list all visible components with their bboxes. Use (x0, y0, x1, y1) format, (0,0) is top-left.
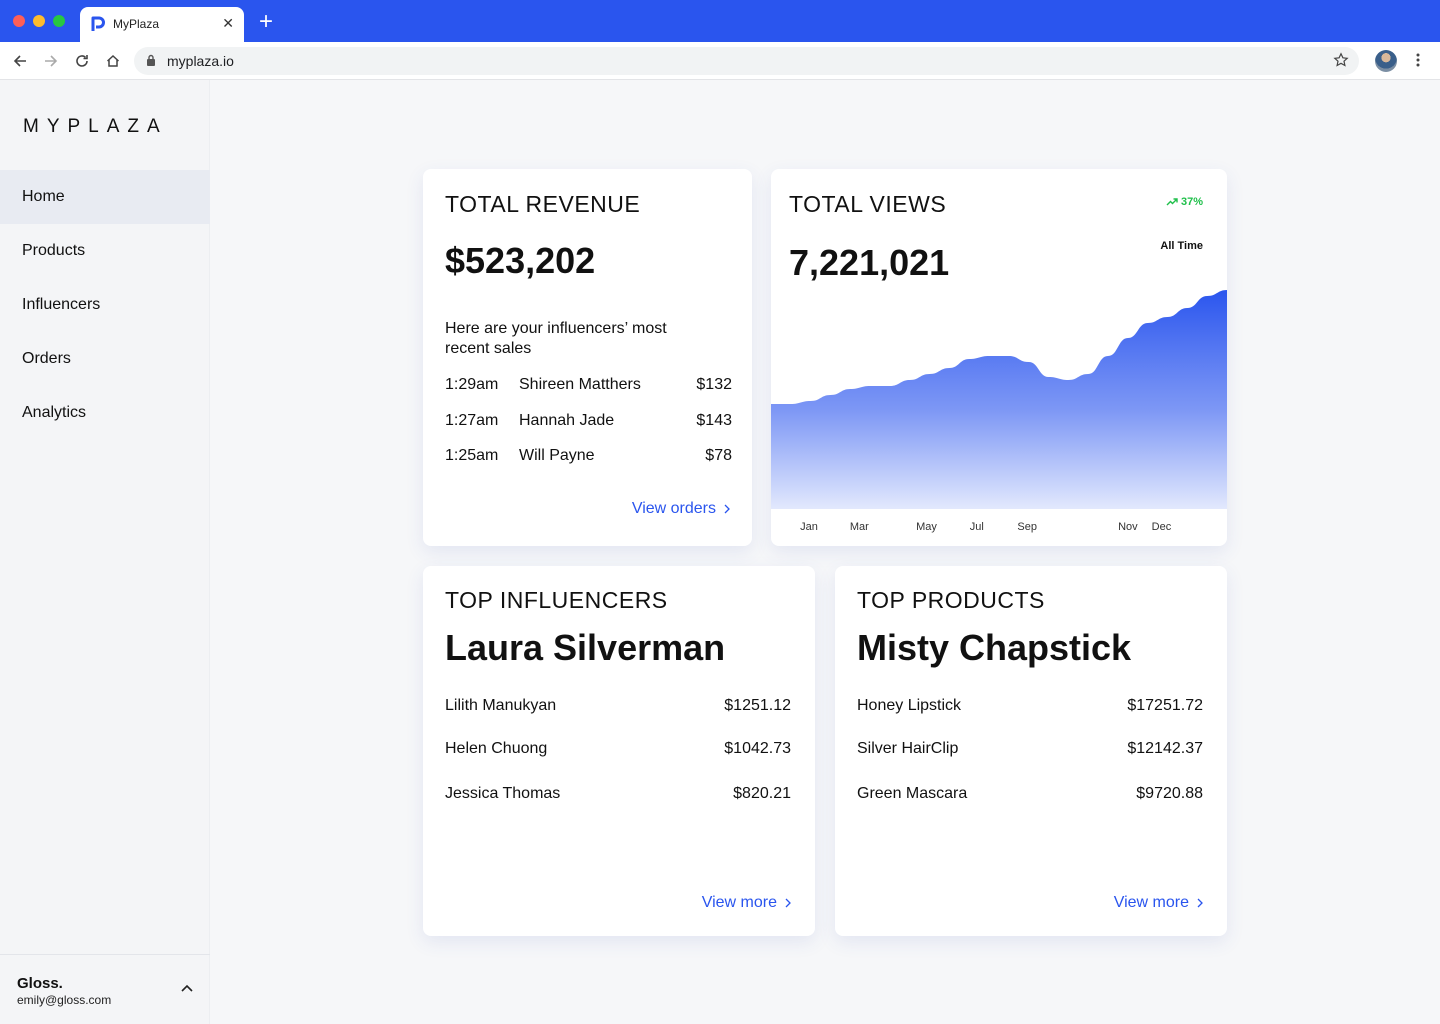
sidebar-nav: Home Products Influencers Orders Analyti… (0, 170, 210, 440)
growth-percent: 37% (1180, 196, 1203, 208)
influencer-amount: $1042.73 (724, 740, 791, 757)
forward-arrow-icon[interactable] (41, 51, 61, 71)
chevron-up-icon[interactable] (180, 983, 194, 993)
sidebar: MYPLAZA Home Products Influencers Orders… (0, 80, 210, 1024)
growth-badge: 37% (1166, 196, 1203, 208)
top-product-name: Misty Chapstick (857, 627, 1132, 668)
account-name: Gloss. (17, 975, 63, 992)
view-orders-link[interactable]: View orders (632, 500, 730, 518)
influencer-amount: $820.21 (733, 785, 791, 802)
sale-amount: $132 (696, 376, 732, 393)
back-arrow-icon[interactable] (10, 51, 30, 71)
profile-avatar[interactable] (1375, 50, 1397, 72)
views-value: 7,221,021 (789, 242, 950, 283)
card-title: TOTAL VIEWS (789, 191, 947, 217)
maximize-window-button[interactable] (53, 15, 65, 27)
sale-amount: $143 (696, 412, 732, 429)
x-axis-tick-label: Jan (800, 521, 818, 533)
sale-influencer: Hannah Jade (519, 412, 615, 429)
total-revenue-card: TOTAL REVENUE $523,202 Here are your inf… (423, 169, 752, 546)
x-axis-tick-label: Nov (1118, 521, 1138, 533)
reload-icon[interactable] (72, 51, 92, 71)
lock-icon (147, 54, 155, 66)
product-amount: $9720.88 (1136, 785, 1203, 802)
x-axis-tick-label: Jul (969, 521, 984, 533)
address-bar[interactable]: myplaza.io (134, 47, 1359, 75)
top-influencers-card: TOP INFLUENCERS Laura Silverman Lilith M… (423, 566, 815, 936)
home-icon[interactable] (103, 51, 123, 71)
x-axis-tick-label: Sep (1017, 521, 1037, 533)
x-axis-tick-label: May (916, 521, 937, 533)
chevron-right-icon (785, 898, 791, 908)
product-name: Silver HairClip (857, 740, 959, 757)
browser-tab[interactable]: MyPlaza ✕ (80, 7, 244, 42)
views-area-series (771, 290, 1227, 509)
minimize-window-button[interactable] (33, 15, 45, 27)
trending-up-icon (1166, 198, 1178, 206)
url-text: myplaza.io (167, 53, 234, 69)
product-amount: $17251.72 (1127, 697, 1203, 714)
account-email: emily@gloss.com (17, 993, 112, 1007)
view-orders-label: View orders (631, 500, 716, 517)
sale-influencer: Will Payne (519, 447, 595, 464)
x-axis-tick-label: Mar (849, 521, 869, 533)
sale-time: 1:25am (445, 447, 499, 464)
sale-time: 1:27am (445, 412, 499, 429)
influencer-name: Jessica Thomas (445, 785, 561, 802)
account-switcher[interactable]: Gloss. emily@gloss.com (0, 954, 210, 1024)
logo[interactable]: MYPLAZA (23, 116, 168, 138)
influencer-amount: $1251.12 (724, 697, 791, 714)
influencer-name: Helen Chuong (445, 740, 548, 757)
revenue-value: $523,202 (445, 240, 596, 281)
sale-time: 1:29am (445, 376, 499, 393)
browser-toolbar: myplaza.io (0, 42, 1440, 80)
view-more-label: View more (1113, 894, 1189, 911)
sale-amount: $78 (705, 447, 732, 464)
x-axis-tick-label: Dec (1151, 521, 1172, 533)
card-title: TOTAL REVENUE (445, 191, 641, 217)
product-name: Green Mascara (857, 785, 968, 802)
total-views-card: TOTAL VIEWS 37% All Time 7,221,021 Jan Ma… (771, 169, 1227, 546)
sales-subtitle: Here are your influencers’ most recent s… (445, 320, 667, 357)
period-selector[interactable]: All Time (1160, 240, 1203, 252)
new-tab-icon[interactable]: + (259, 10, 273, 34)
sidebar-item-orders[interactable]: Orders (0, 332, 210, 386)
close-tab-icon[interactable]: ✕ (222, 15, 234, 32)
close-window-button[interactable] (13, 15, 25, 27)
influencer-name: Lilith Manukyan (445, 697, 557, 714)
views-area-chart (771, 290, 1227, 509)
view-more-products-link[interactable]: View more (1114, 894, 1203, 912)
sidebar-item-influencers[interactable]: Influencers (0, 278, 210, 332)
sale-influencer: Shireen Matthers (519, 376, 641, 393)
top-influencer-name: Laura Silverman (445, 627, 726, 668)
sidebar-item-analytics[interactable]: Analytics (0, 386, 210, 440)
browser-menu-icon[interactable] (1410, 52, 1426, 68)
view-more-influencers-link[interactable]: View more (702, 894, 791, 912)
product-amount: $12142.37 (1127, 740, 1203, 757)
chevron-right-icon (724, 504, 730, 514)
bookmark-star-icon[interactable] (1333, 52, 1349, 68)
view-more-label: View more (701, 894, 777, 911)
browser-tab-bar: MyPlaza ✕ + (0, 0, 1440, 42)
sidebar-item-home[interactable]: Home (0, 170, 210, 224)
myplaza-favicon-icon (91, 16, 105, 31)
card-title: TOP PRODUCTS (857, 587, 1045, 613)
tab-title: MyPlaza (113, 17, 160, 31)
product-name: Honey Lipstick (857, 697, 962, 714)
top-products-card: TOP PRODUCTS Misty Chapstick Honey Lipst… (835, 566, 1227, 936)
chevron-right-icon (1197, 898, 1203, 908)
card-title: TOP INFLUENCERS (445, 587, 668, 613)
sidebar-item-products[interactable]: Products (0, 224, 210, 278)
